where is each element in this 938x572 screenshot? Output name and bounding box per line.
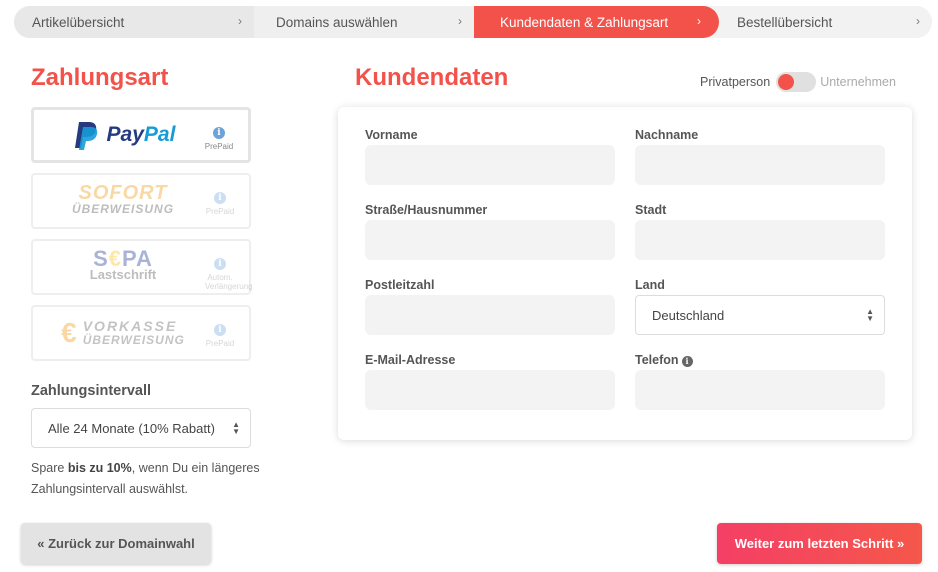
step-articles[interactable]: Artikelübersicht › (14, 6, 254, 38)
sofort-text: SOFORT (78, 182, 168, 204)
payment-method-sofort[interactable]: SOFORT ÜBERWEISUNG i PrePaid (31, 173, 251, 229)
sepa-note-2: Verlängerung (205, 282, 253, 291)
sepa-info[interactable]: i Autom. Verlängerung (205, 253, 253, 291)
sepa-note-1: Autom. (207, 273, 233, 282)
savings-hint: Spare bis zu 10%, wenn Du ein längeres Z… (31, 458, 261, 500)
street-input[interactable] (365, 220, 615, 260)
info-icon: i (214, 192, 226, 204)
vorkasse-logo: € VORKASSE ÜBERWEISUNG (33, 307, 213, 359)
interval-selected-value: Alle 24 Monate (10% Rabatt) (48, 420, 215, 436)
sofort-logo: SOFORT ÜBERWEISUNG (33, 175, 213, 227)
sofort-info[interactable]: i PrePaid (205, 187, 235, 216)
customer-type-toggle-group: Privatperson Unternehmen (700, 72, 896, 92)
payment-method-sepa[interactable]: S€PA Lastschrift i Autom. Verlängerung (31, 239, 253, 295)
phone-input[interactable] (635, 370, 885, 410)
paypal-logo: Pay Pal (34, 110, 214, 160)
paypal-text-pay: Pay (106, 123, 144, 146)
payment-method-paypal[interactable]: Pay Pal i PrePaid (31, 107, 251, 163)
phone-label: Telefon (635, 353, 679, 367)
zip-input[interactable] (365, 295, 615, 335)
chevron-right-icon: › (458, 14, 462, 28)
paypal-note: PrePaid (204, 142, 234, 151)
firstname-input[interactable] (365, 145, 615, 185)
zip-label: Postleitzahl (365, 278, 435, 292)
next-button[interactable]: Weiter zum letzten Schritt » (717, 523, 922, 564)
vorkasse-subtext: ÜBERWEISUNG (82, 333, 185, 347)
paypal-info[interactable]: i PrePaid (204, 122, 234, 151)
step-label: Kundendaten & Zahlungsart (500, 14, 669, 30)
city-input[interactable] (635, 220, 885, 260)
interval-select[interactable]: Alle 24 Monate (10% Rabatt) ▲ ▼ (31, 408, 251, 448)
chevron-right-icon: › (697, 14, 701, 28)
customer-type-toggle[interactable] (776, 72, 817, 92)
checkout-stepper: Artikelübersicht › Domains auswählen › K… (14, 6, 932, 38)
toggle-knob (778, 74, 795, 90)
country-select[interactable]: Deutschland ▲ ▼ (635, 295, 885, 335)
country-selected-value: Deutschland (652, 307, 725, 323)
email-label: E-Mail-Adresse (365, 353, 456, 367)
customer-title: Kundendaten (355, 64, 509, 91)
select-arrows-icon: ▲ ▼ (866, 307, 874, 323)
info-icon: i (213, 127, 225, 139)
savings-bold: bis zu 10% (67, 461, 132, 475)
select-arrows-icon: ▲ ▼ (232, 420, 240, 436)
toggle-label-company[interactable]: Unternehmen (820, 75, 896, 89)
email-input[interactable] (365, 370, 615, 410)
info-icon: i (214, 258, 226, 270)
firstname-label: Vorname (365, 128, 418, 142)
info-icon: i (214, 324, 226, 336)
street-label: Straße/Hausnummer (365, 203, 488, 217)
vorkasse-text: VORKASSE (82, 318, 178, 334)
city-label: Stadt (635, 203, 667, 217)
step-label: Artikelübersicht (32, 14, 125, 30)
euro-icon: € (61, 317, 77, 348)
savings-text-1: Spare (31, 461, 68, 475)
step-domains[interactable]: Domains auswählen › (254, 6, 474, 38)
toggle-label-private[interactable]: Privatperson (700, 75, 770, 89)
step-order-overview[interactable]: Bestellübersicht › (719, 6, 932, 38)
country-label: Land (635, 278, 665, 292)
interval-label: Zahlungsintervall (31, 383, 152, 399)
phone-label-group: Telefon i (635, 353, 693, 367)
payment-title: Zahlungsart (31, 64, 169, 91)
info-icon[interactable]: i (681, 356, 693, 367)
chevron-right-icon: › (238, 14, 242, 28)
paypal-icon (74, 122, 97, 150)
step-customer-data-active[interactable]: Kundendaten & Zahlungsart › (474, 6, 719, 38)
vorkasse-info[interactable]: i PrePaid (205, 319, 235, 348)
customer-form-card: Vorname Nachname Straße/Hausnummer Stadt… (338, 107, 912, 440)
payment-method-vorkasse[interactable]: € VORKASSE ÜBERWEISUNG i PrePaid (31, 305, 251, 361)
paypal-text-pal: Pal (143, 123, 176, 146)
sofort-subtext: ÜBERWEISUNG (71, 202, 175, 216)
back-button[interactable]: « Zurück zur Domainwahl (21, 523, 211, 564)
chevron-right-icon: › (916, 14, 920, 28)
vorkasse-note: PrePaid (205, 339, 235, 348)
step-label: Domains auswählen (276, 14, 398, 30)
sepa-subtext: Lastschrift (89, 267, 157, 282)
sofort-note: PrePaid (205, 207, 235, 216)
sepa-logo: S€PA Lastschrift (33, 241, 213, 293)
step-label: Bestellübersicht (737, 14, 833, 30)
lastname-input[interactable] (635, 145, 885, 185)
lastname-label: Nachname (635, 128, 699, 142)
